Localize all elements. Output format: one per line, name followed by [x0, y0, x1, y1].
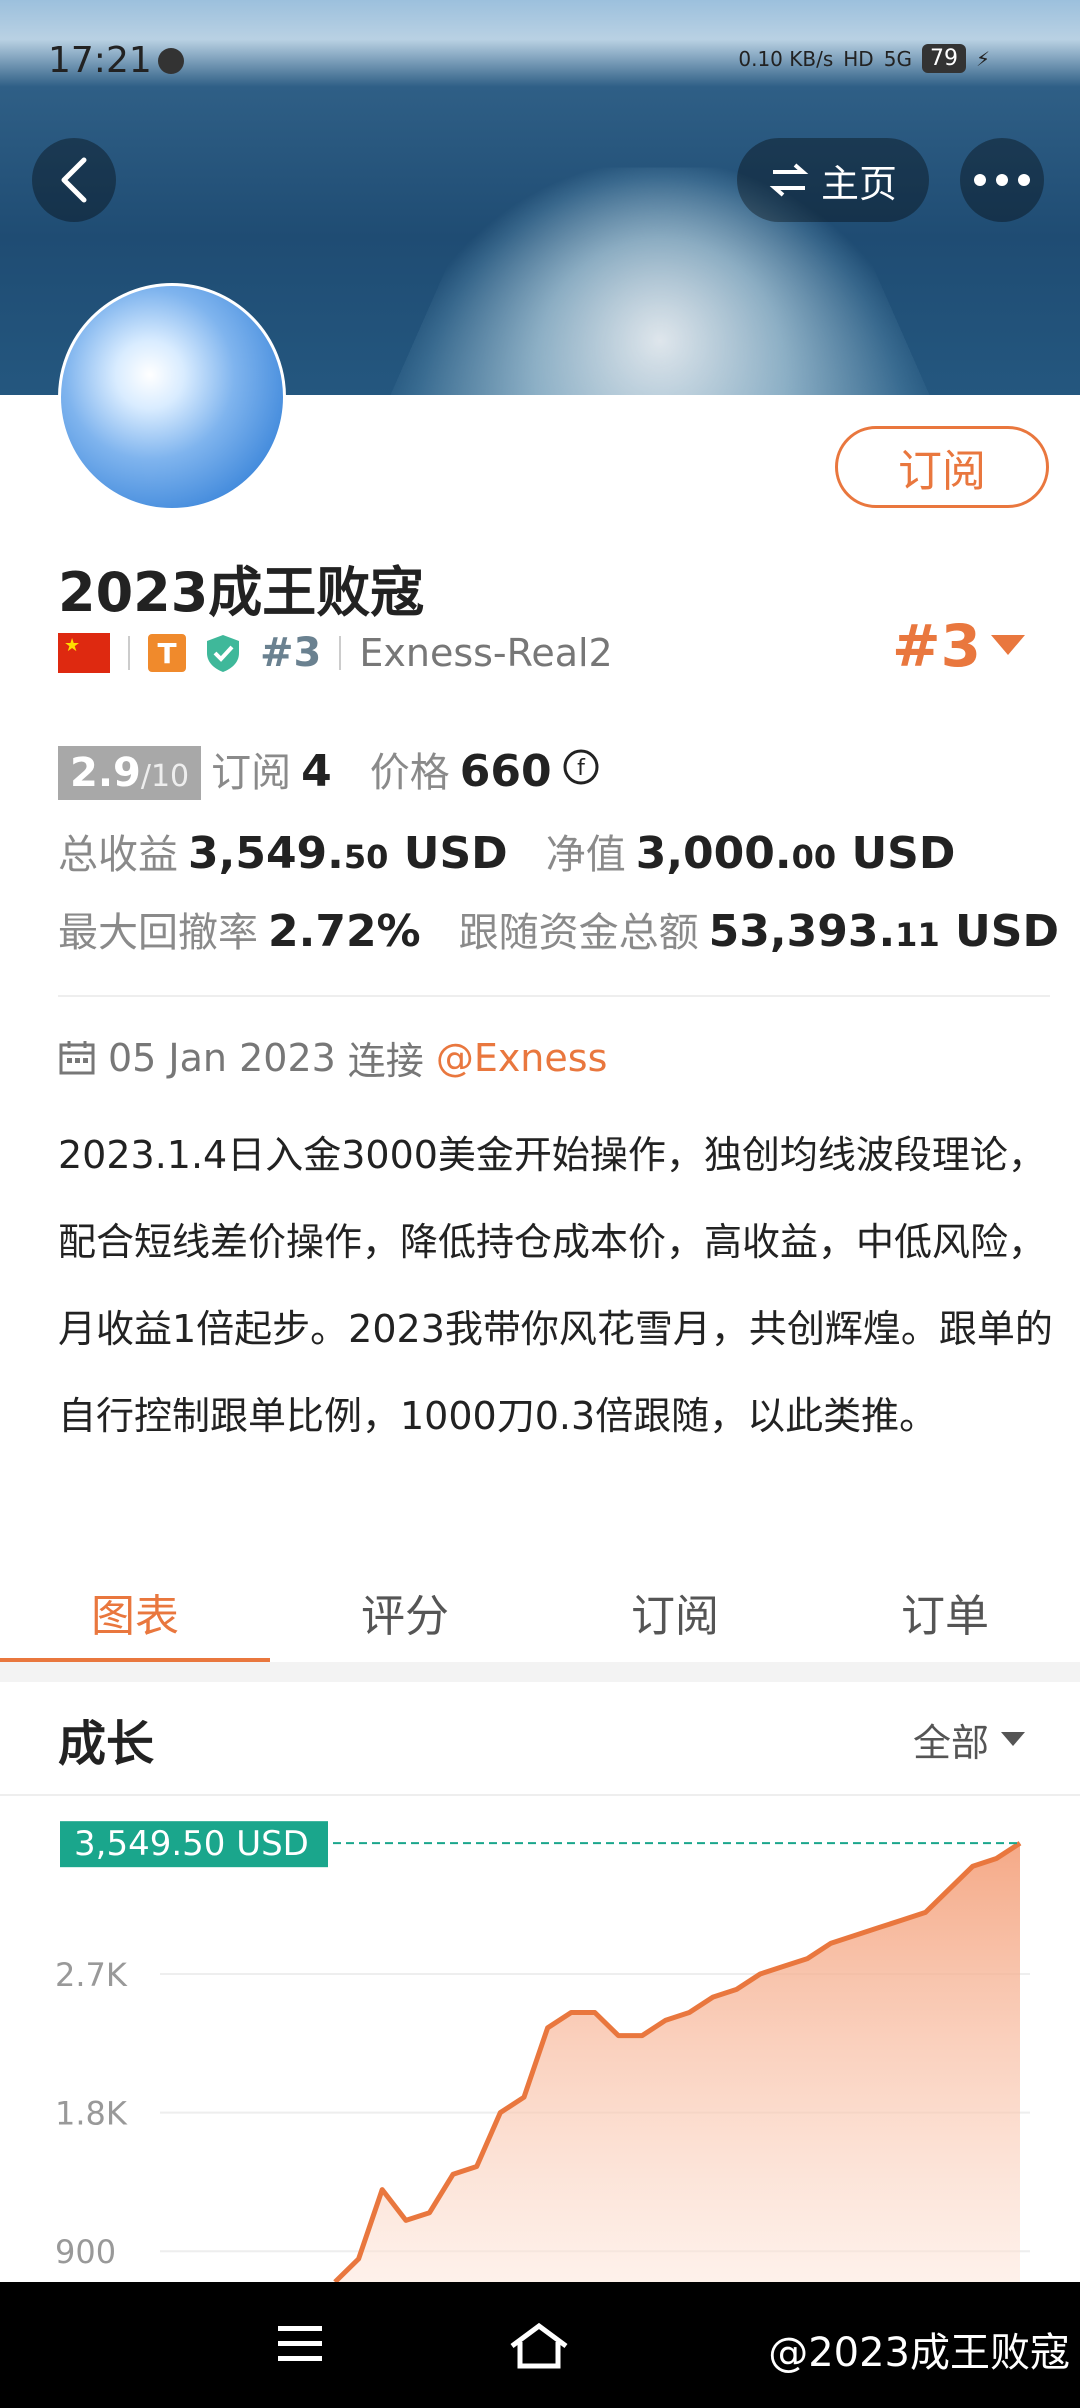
net-speed: 0.10 KB/s	[738, 46, 834, 71]
y-tick-label: 1.8K	[55, 2095, 128, 2133]
follow-int: 53,393.	[708, 906, 896, 957]
section-gap	[0, 1662, 1080, 1682]
drawdown-label: 最大回撤率	[58, 910, 258, 956]
home-button[interactable]: 主页	[737, 138, 929, 222]
divider	[58, 995, 1050, 997]
stats-row-1: 2.9/10 订阅 4 价格 660 f	[58, 740, 600, 800]
connect-date-row: 05 Jan 2023 连接 @Exness	[58, 1030, 607, 1085]
switch-arrows-icon	[769, 163, 809, 197]
stats-row-3: 最大回撤率 2.72% 跟随资金总额 53,393.11 USD	[58, 900, 1059, 958]
divider	[339, 636, 342, 670]
price-label: 价格	[369, 750, 450, 796]
price-value: 660	[459, 746, 552, 797]
charging-icon: ⚡	[975, 46, 990, 71]
status-indicators: 0.10 KB/s HD 5G 79 ⚡	[738, 44, 990, 73]
growth-chart: 2.7K 1.8K 900 3,549.50 USD	[55, 1821, 1030, 2282]
equity-int: 3,000.	[635, 828, 792, 879]
rating-badge: 2.9/10	[58, 746, 202, 800]
equity-dec: 00	[791, 838, 837, 876]
growth-area	[335, 1843, 1020, 2282]
subscribe-button[interactable]: 订阅	[835, 426, 1049, 508]
drawdown-value: 2.72%	[268, 906, 421, 957]
calendar-icon	[59, 1040, 95, 1074]
status-bar: 17:21 0.10 KB/s HD 5G 79 ⚡	[0, 0, 1080, 120]
verified-shield-icon	[207, 635, 239, 672]
total-profit-label: 总收益	[58, 832, 178, 878]
follow-unit: USD	[955, 906, 1059, 957]
back-button[interactable]	[32, 138, 116, 222]
system-nav-bar: @2023成王败寇	[0, 2282, 1080, 2408]
total-unit: USD	[403, 828, 508, 879]
rank-selector[interactable]: #3	[892, 612, 1025, 680]
connect-date: 05 Jan 2023	[108, 1035, 336, 1080]
rank-small: #3	[260, 630, 322, 676]
avatar[interactable]	[58, 283, 286, 511]
watermark: @2023成王败寇	[768, 2330, 1070, 2376]
equity-label: 净值	[545, 832, 626, 878]
more-dots-icon	[974, 174, 1030, 186]
tab-orders[interactable]: 订单	[810, 1562, 1080, 1662]
tab-subscribe[interactable]: 订阅	[540, 1562, 810, 1662]
profile-meta: T #3 Exness-Real2	[58, 625, 613, 681]
growth-filter-label: 全部	[912, 1721, 989, 1765]
subs-value: 4	[301, 746, 332, 797]
caret-down-icon	[1001, 1731, 1025, 1746]
follow-funds-value: 53,393.11 USD	[709, 906, 1059, 957]
china-flag-icon	[58, 633, 110, 673]
growth-filter-dropdown[interactable]: 全部	[913, 1712, 1025, 1767]
coin-icon: f	[563, 749, 599, 785]
equity-value: 3,000.00 USD	[636, 828, 956, 879]
subs-label: 订阅	[211, 750, 292, 796]
follow-dec: 11	[895, 916, 940, 954]
total-profit-value: 3,549.50 USD	[188, 828, 508, 879]
rank-big: #3	[892, 612, 981, 680]
back-chevron-icon	[61, 157, 87, 203]
rating-value: 2.9	[70, 750, 141, 796]
total-int: 3,549.	[188, 828, 344, 879]
y-tick-label: 900	[55, 2233, 116, 2271]
signal-icon: 5G	[883, 46, 912, 71]
y-tick-label: 2.7K	[55, 1956, 128, 1994]
status-notification-icon	[158, 48, 184, 74]
broker-link[interactable]: @Exness	[436, 1036, 608, 1080]
strategy-description: 2023.1.4日入金3000美金开始操作，独创均线波段理论，配合短线差价操作，…	[58, 1133, 1053, 1438]
t-badge-icon: T	[148, 634, 186, 672]
follow-funds-label: 跟随资金总额	[458, 910, 699, 956]
divider	[128, 636, 130, 670]
caret-down-icon	[991, 635, 1025, 655]
tab-bar: 图表 评分 订阅 订单	[0, 1562, 1080, 1665]
broker-account: Exness-Real2	[359, 631, 613, 675]
equity-unit: USD	[851, 828, 956, 879]
status-time: 17:21	[48, 40, 152, 81]
rating-suffix: /10	[140, 759, 190, 794]
growth-header: 成长 全部	[0, 1682, 1080, 1796]
menu-icon[interactable]	[276, 2322, 324, 2366]
total-dec: 50	[343, 838, 389, 876]
tab-rating[interactable]: 评分	[270, 1562, 540, 1662]
home-icon[interactable]	[508, 2322, 570, 2370]
more-button[interactable]	[960, 138, 1044, 222]
stats-row-2: 总收益 3,549.50 USD 净值 3,000.00 USD	[58, 822, 955, 880]
page-title: 2023成王败寇	[58, 561, 425, 624]
connect-label: 连接	[347, 1039, 424, 1083]
tab-chart[interactable]: 图表	[0, 1562, 270, 1665]
svg-text:f: f	[577, 756, 586, 781]
battery-icon: 79	[921, 44, 966, 73]
home-label: 主页	[820, 161, 897, 206]
hd-icon: HD	[843, 46, 874, 71]
growth-title: 成长	[58, 1716, 155, 1772]
current-value-label: 3,549.50 USD	[74, 1824, 309, 1864]
